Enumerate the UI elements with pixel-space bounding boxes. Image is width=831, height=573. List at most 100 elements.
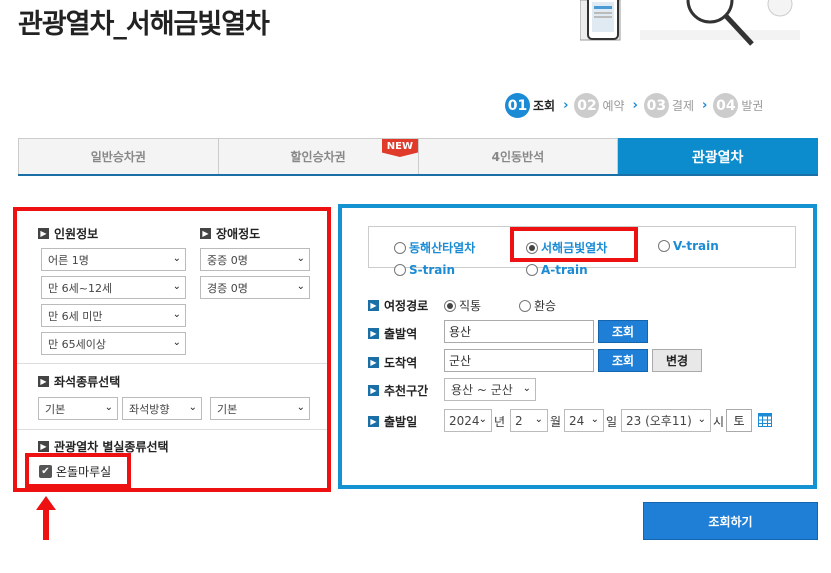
step-number: 04 [713, 93, 739, 118]
select-value: 경증 0명 [207, 281, 248, 295]
disability-title-text: 장애정도 [216, 227, 261, 241]
hour-unit: 시 [713, 415, 725, 429]
chevron-down-icon: ⌄ [296, 253, 305, 264]
select-value: 23 (오후11) [626, 414, 692, 428]
child-count-select[interactable]: 만 6세~12세 ⌄ [41, 276, 186, 299]
chevron-down-icon: ⌄ [697, 414, 706, 425]
step-number: 03 [643, 93, 669, 118]
arrival-station-input[interactable]: 군산 [444, 349, 594, 372]
step-1: 01 조회 › [505, 93, 568, 118]
radio-icon [394, 241, 406, 254]
bullet-icon: ▶ [368, 300, 379, 311]
senior-count-select[interactable]: 만 65세이상 ⌄ [41, 332, 186, 355]
seat-type-select[interactable]: 기본 ⌄ [38, 397, 118, 420]
seat-type-title: ▶ 좌석종류선택 [38, 373, 120, 390]
bullet-icon: ▶ [368, 357, 379, 368]
tab-label: 할인승차권 [290, 150, 346, 164]
passenger-title: ▶ 인원정보 [38, 225, 98, 242]
select-value: 24 [569, 413, 585, 428]
arrival-search-button[interactable]: 조회 [598, 349, 648, 372]
train-option-atrain[interactable]: A-train [526, 263, 588, 277]
select-value: 용산 ~ 군산 [451, 383, 513, 397]
tab-tourist-train[interactable]: 관광열차 [618, 138, 818, 174]
chevron-down-icon: ⌄ [522, 383, 531, 394]
step-number: 01 [505, 93, 530, 118]
chevron-down-icon: ⌄ [172, 281, 181, 292]
chevron-down-icon: ⌄ [104, 402, 113, 413]
radio-icon [394, 264, 406, 276]
chevron-down-icon: ⌄ [172, 309, 181, 320]
date-label: ▶ 출발일 [368, 413, 417, 430]
page-title: 관광열차_서해금빛열차 [18, 9, 270, 40]
train-option-strain[interactable]: S-train [394, 263, 455, 277]
chevron-down-icon: ⌄ [188, 402, 197, 413]
radio-icon [519, 299, 531, 312]
arrival-label: ▶ 도착역 [368, 354, 417, 371]
recommend-route-select[interactable]: 용산 ~ 군산 ⌄ [444, 378, 536, 401]
bullet-icon: ▶ [200, 228, 211, 239]
hour-select[interactable]: 23 (오후11) ⌄ [621, 409, 711, 432]
year-select[interactable]: 2024 ⌄ [444, 409, 492, 432]
recommend-label: ▶ 추천구간 [368, 382, 428, 399]
step-label: 발권 [741, 99, 764, 113]
departure-label-text: 출발역 [384, 327, 418, 341]
day-unit: 일 [606, 415, 618, 429]
journey-panel: 동해산타열차 서해금빛열차 V-train S-train A-train ▶ … [338, 204, 817, 489]
select-value: 어른 1명 [48, 253, 89, 267]
train-option-seohae[interactable]: 서해금빛열차 [526, 239, 607, 256]
radio-selected-icon [444, 299, 456, 312]
route-direct-radio[interactable]: 직통 [444, 297, 481, 314]
tab-general[interactable]: 일반승차권 [18, 138, 219, 174]
tab-discount[interactable]: 할인승차권 NEW [218, 138, 419, 174]
red-arrow-up-icon [36, 496, 56, 540]
step-4: 04 발권 [713, 93, 763, 118]
severe-disability-select[interactable]: 중증 0명 ⌄ [200, 248, 310, 271]
infant-count-select[interactable]: 만 6세 미만 ⌄ [41, 304, 186, 327]
step-number: 02 [574, 93, 600, 118]
adult-count-select[interactable]: 어른 1명 ⌄ [41, 248, 186, 271]
date-label-text: 출발일 [384, 415, 418, 429]
train-option-vtrain[interactable]: V-train [658, 239, 719, 253]
select-value: 기본 [217, 402, 238, 416]
select-value: 2024 [449, 413, 480, 428]
select-value: 만 6세~12세 [48, 281, 113, 295]
bullet-icon: ▶ [368, 385, 379, 396]
checkbox-checked-icon: ✔ [39, 465, 52, 478]
step-label: 예약 [602, 99, 625, 113]
departure-search-button[interactable]: 조회 [598, 320, 648, 343]
seat-position-select[interactable]: 기본 ⌄ [210, 397, 310, 420]
month-unit: 월 [550, 415, 562, 429]
ticket-type-tabs: 일반승차권 할인승차권 NEW 4인동반석 관광열차 [18, 138, 818, 176]
chevron-down-icon: ⌄ [296, 402, 305, 413]
radio-icon [658, 240, 670, 252]
route-transfer-radio[interactable]: 환승 [519, 297, 556, 314]
route-label-text: 여정경로 [384, 299, 429, 313]
calendar-icon[interactable] [758, 413, 772, 427]
passenger-title-text: 인원정보 [54, 227, 99, 241]
train-option-donghae[interactable]: 동해산타열차 [394, 239, 475, 256]
chevron-down-icon: ⌄ [478, 414, 487, 425]
day-select[interactable]: 24 ⌄ [564, 409, 604, 432]
seat-type-title-text: 좌석종류선택 [54, 375, 121, 389]
swap-stations-button[interactable]: 변경 [652, 349, 702, 372]
chevron-down-icon: ⌄ [172, 253, 181, 264]
chevron-down-icon: ⌄ [590, 414, 599, 425]
departure-station-input[interactable]: 용산 [444, 320, 594, 343]
select-value: 중증 0명 [207, 253, 248, 267]
select-value: 좌석방향 [129, 402, 170, 416]
tab-4-person[interactable]: 4인동반석 [418, 138, 619, 174]
year-unit: 년 [494, 415, 506, 429]
divider [17, 429, 327, 430]
seat-direction-select[interactable]: 좌석방향 ⌄ [122, 397, 202, 420]
search-button[interactable]: 조회하기 [643, 502, 818, 540]
chevron-down-icon: ⌄ [172, 337, 181, 348]
train-label: 서해금빛열차 [541, 241, 608, 255]
ondol-room-checkbox[interactable]: ✔ 온돌마루실 [39, 463, 111, 480]
radio-label: 직통 [459, 299, 482, 313]
passenger-panel: ▶ 인원정보 ▶ 장애정도 어른 1명 ⌄ 만 6세~12세 ⌄ 만 6세 미만 ⌄ … [13, 207, 331, 492]
radio-label: 환승 [534, 299, 557, 313]
month-select[interactable]: 2 ⌄ [510, 409, 548, 432]
radio-selected-icon [526, 241, 538, 254]
mild-disability-select[interactable]: 경증 0명 ⌄ [200, 276, 310, 299]
bullet-icon: ▶ [38, 376, 49, 387]
